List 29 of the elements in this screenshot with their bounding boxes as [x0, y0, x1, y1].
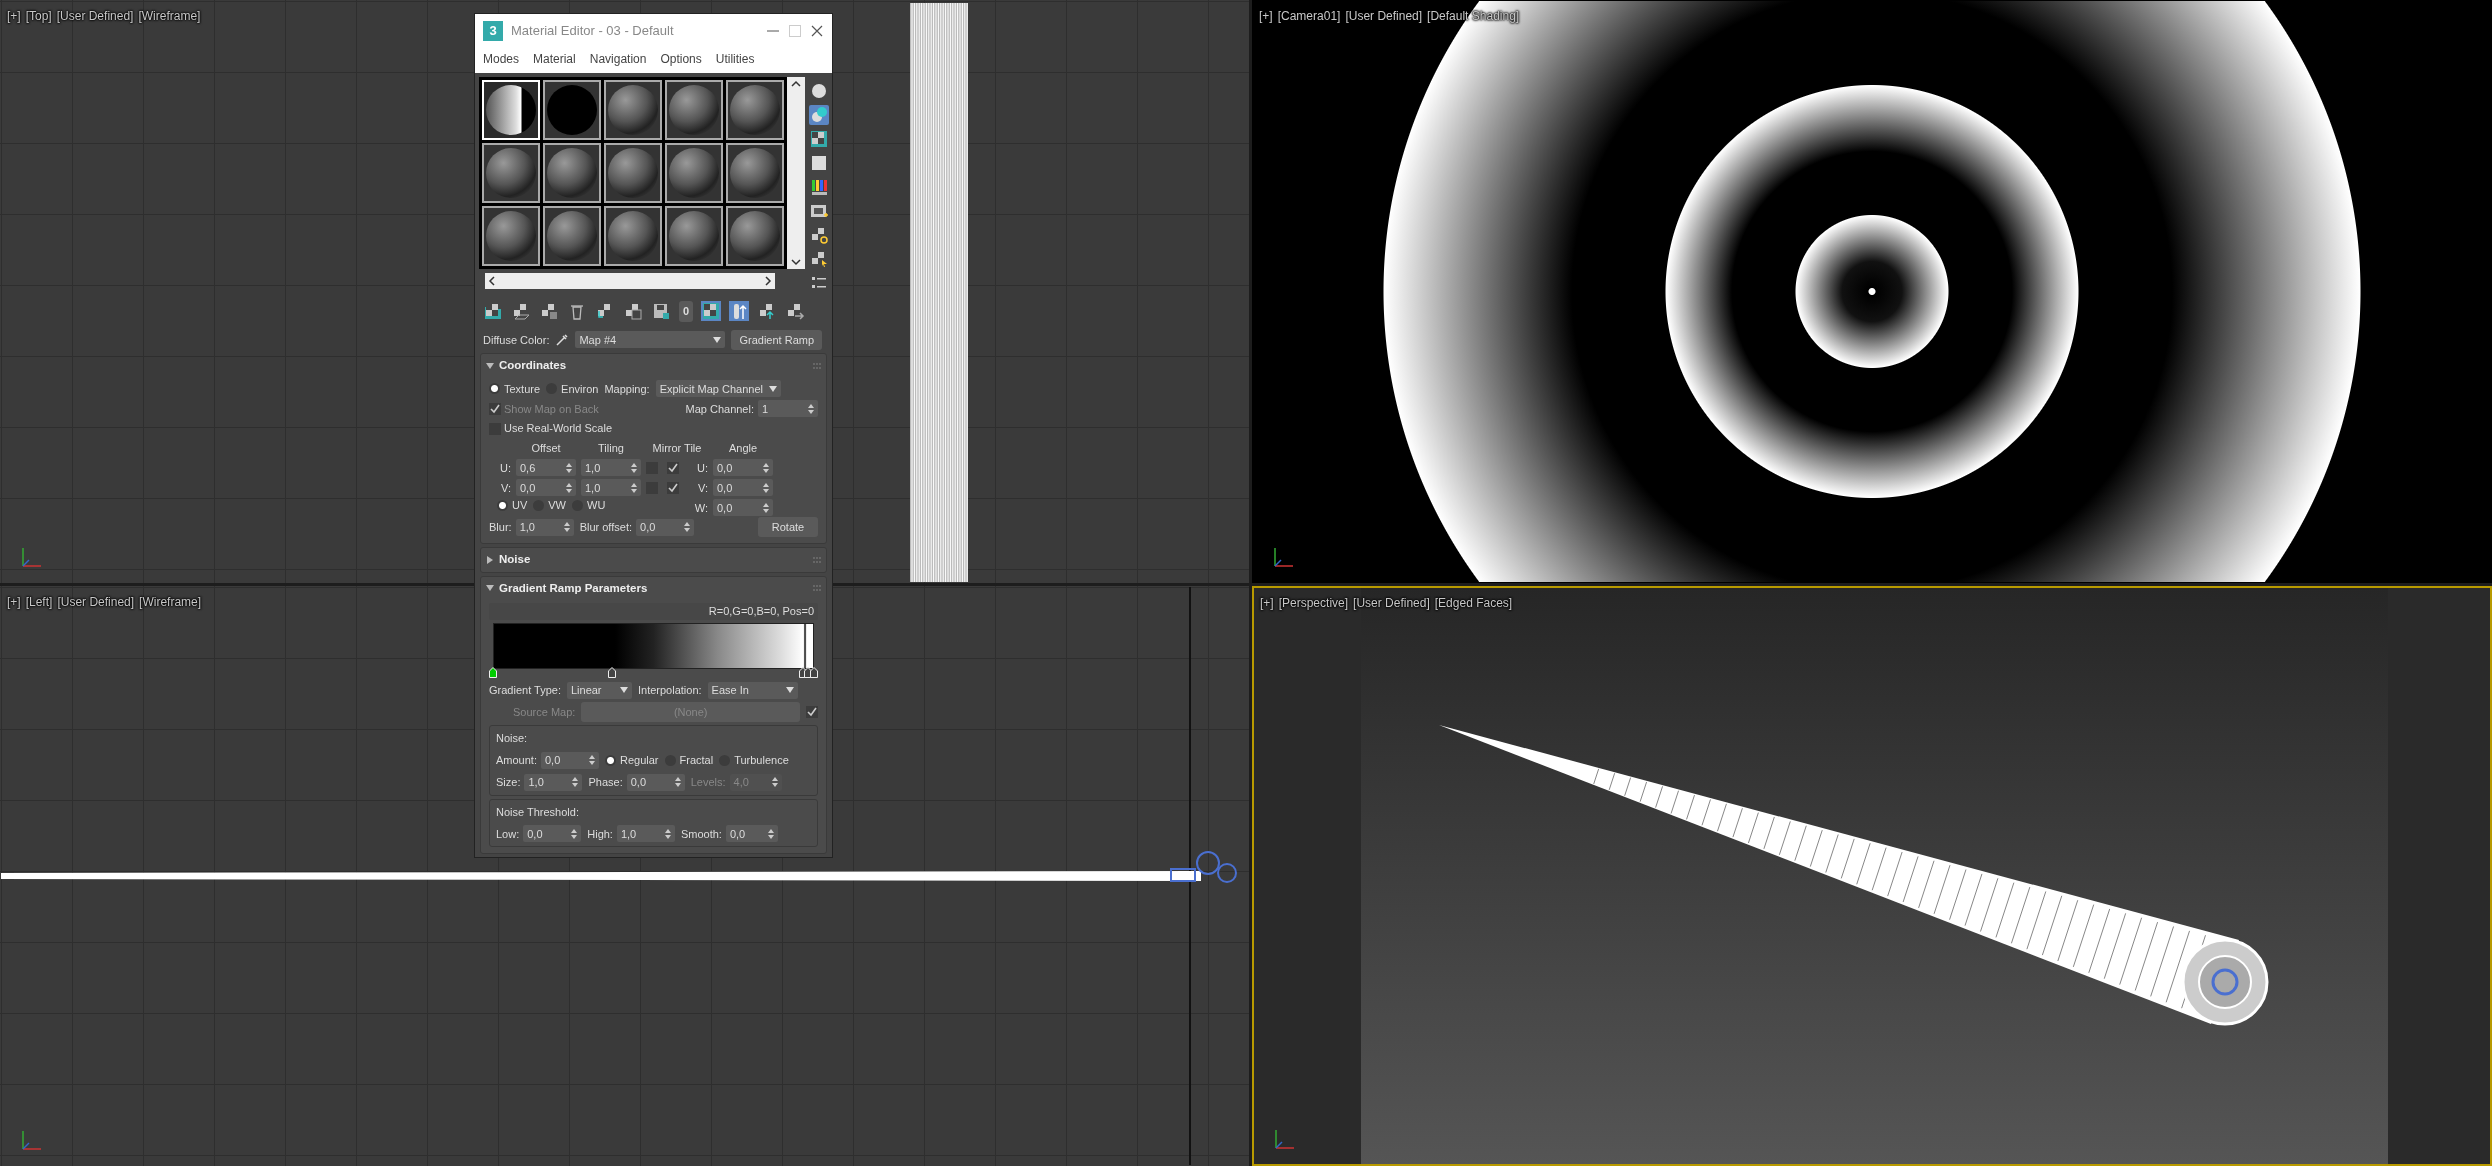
field-label: Map Channel: [685, 401, 754, 417]
axis-label: U: [696, 460, 708, 476]
axis-label: W: [693, 500, 708, 516]
axis-label: U: [499, 460, 511, 476]
field-label: Gradient Type: [489, 683, 561, 698]
field-label: Levels: [690, 775, 726, 790]
axis-label: V: [500, 480, 511, 496]
app-logo: 3 [483, 21, 503, 41]
field-label: Phase: [588, 775, 623, 790]
field-label: Mapping: [604, 381, 650, 397]
axis-label: V: [697, 480, 708, 496]
column-header: Offset [530, 440, 562, 456]
field-label: Interpolation: [637, 683, 702, 698]
window-title: Material Editor - 03 - Default [511, 22, 675, 41]
field-label: Low: [496, 826, 520, 842]
column-header: Angle [727, 440, 759, 456]
readout-field: R=0,G=0,B=0, Pos=0 [489, 602, 818, 620]
column-header: Tiling [597, 440, 625, 456]
field-label: Smooth: [680, 826, 722, 842]
field-label: Size: [496, 775, 521, 790]
field-label: Blur offset: [579, 519, 632, 535]
group-title: Noise: [496, 731, 529, 747]
field-label: Diffuse Color: [483, 332, 550, 348]
field-label: Source Map: [513, 704, 576, 720]
field-label: Amount: [496, 753, 537, 768]
field-label: High: [587, 826, 613, 842]
field-label: Blur: [489, 519, 512, 535]
group-title: Noise Threshold: [496, 804, 580, 820]
column-header: Mirror Tile [651, 440, 703, 456]
